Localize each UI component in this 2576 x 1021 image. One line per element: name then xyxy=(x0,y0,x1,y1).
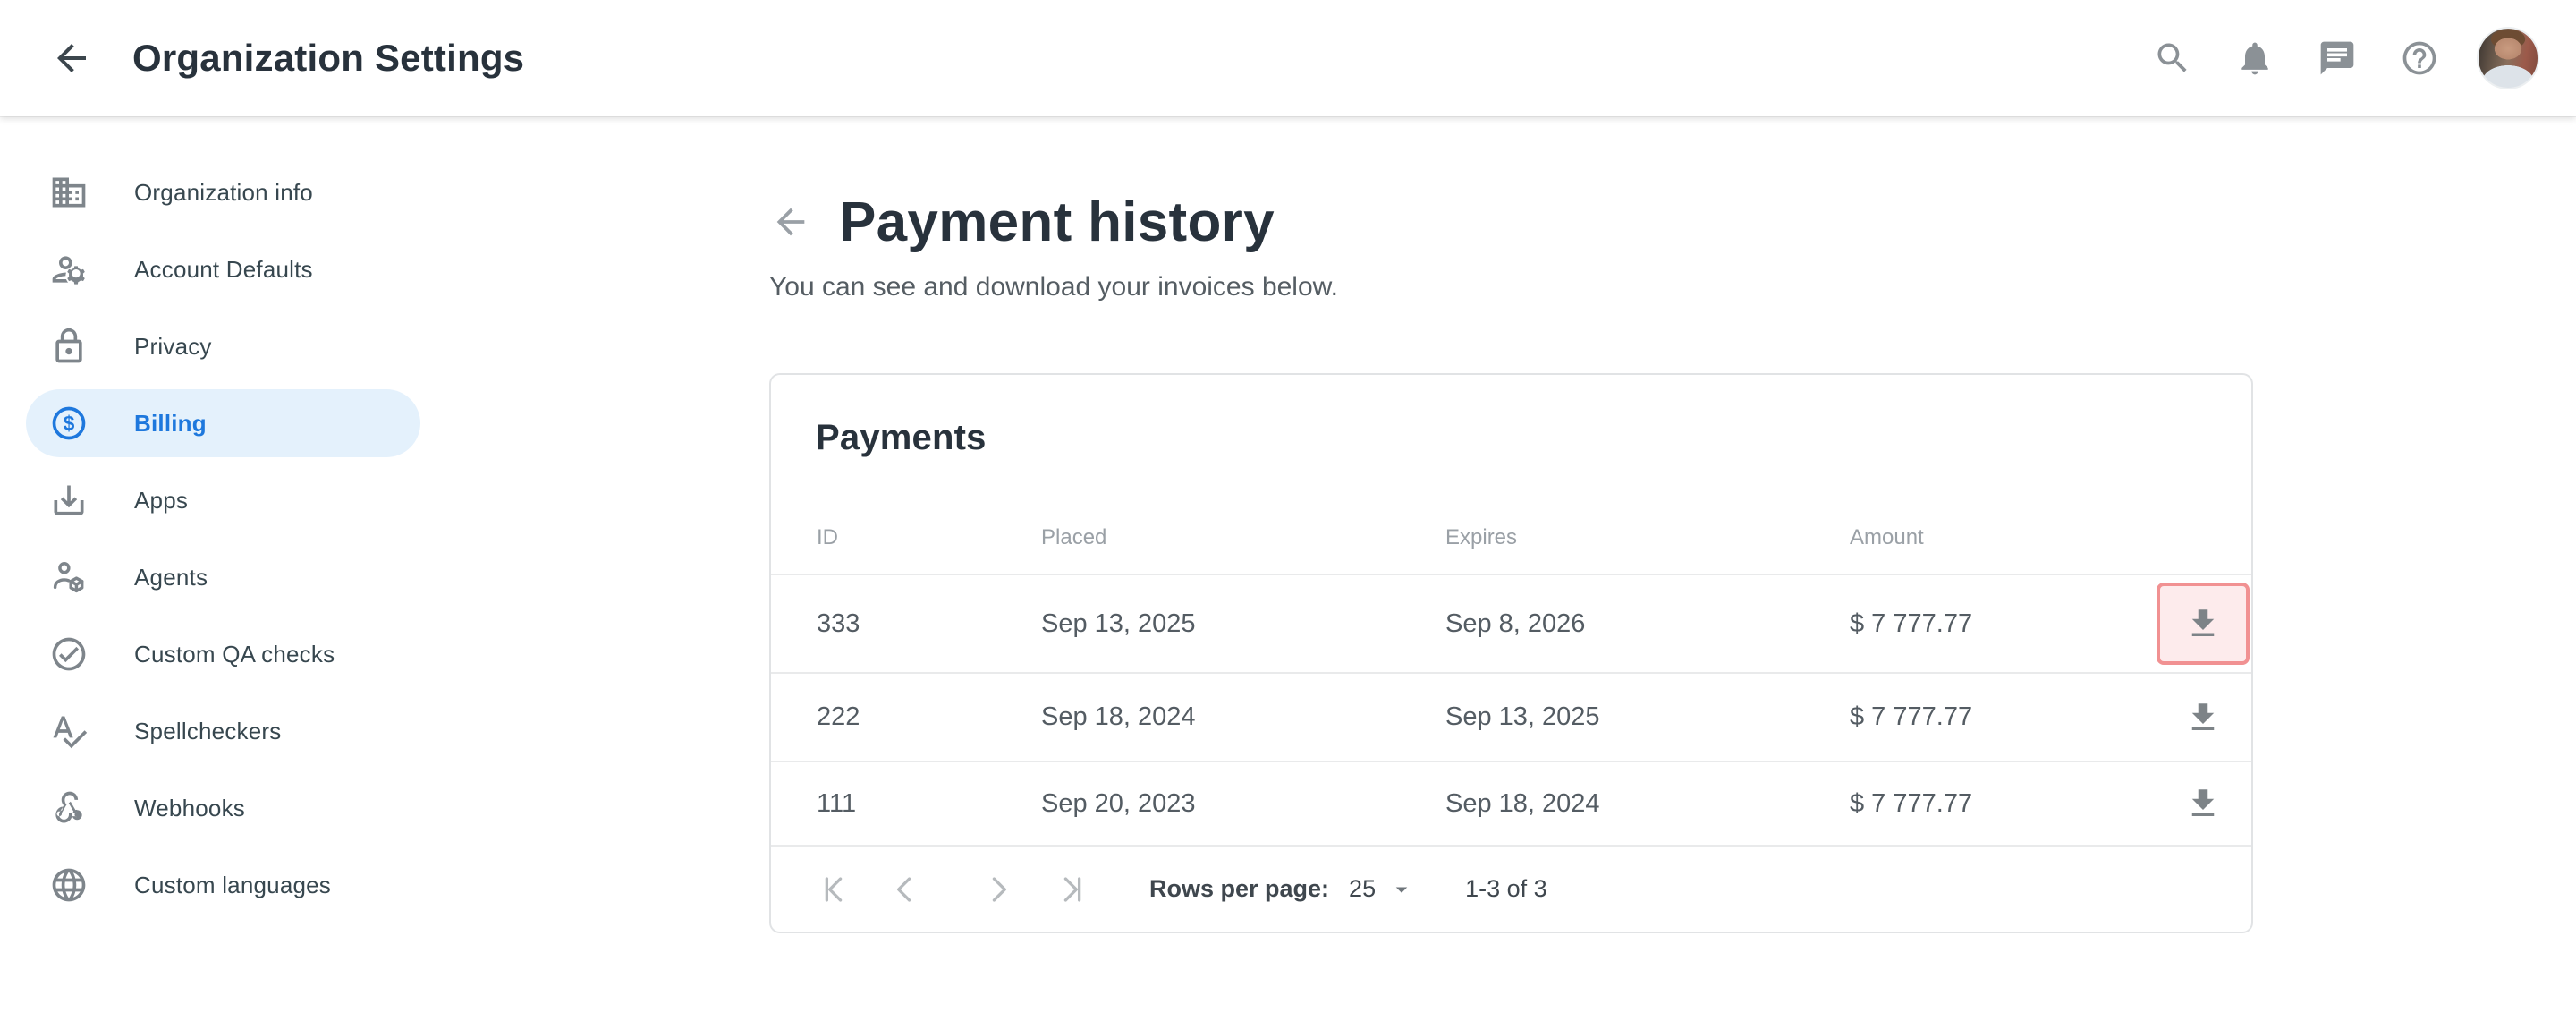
top-app-bar: Organization Settings xyxy=(0,0,2576,116)
cell-actions xyxy=(2129,676,2250,759)
pagination-range: 1-3 of 3 xyxy=(1465,875,1547,903)
sidebar-item-label: Account Defaults xyxy=(134,256,313,284)
help-icon[interactable] xyxy=(2400,38,2439,78)
webhook-icon xyxy=(49,788,89,828)
cell-expires: Sep 18, 2024 xyxy=(1445,789,1850,819)
sidebar-item-label: Webhooks xyxy=(134,795,245,822)
avatar[interactable] xyxy=(2477,27,2539,89)
sidebar-item-account-defaults[interactable]: Account Defaults xyxy=(26,235,420,303)
person-cube-icon xyxy=(49,557,89,597)
sidebar-item-webhooks[interactable]: Webhooks xyxy=(26,774,420,842)
sidebar-item-label: Billing xyxy=(134,410,207,438)
card-title-row: Payments xyxy=(771,375,2251,501)
cell-expires: Sep 8, 2026 xyxy=(1445,609,1850,639)
column-header-placed: Placed xyxy=(1041,525,1445,550)
page-back-arrow-icon[interactable] xyxy=(770,201,811,242)
sidebar-item-custom-languages[interactable]: Custom languages xyxy=(26,851,420,919)
sidebar-item-organization-info[interactable]: Organization info xyxy=(26,158,420,226)
sidebar-item-label: Apps xyxy=(134,487,188,515)
pagination-bar: Rows per page: 25 1-3 of 3 xyxy=(771,845,2251,932)
app-title: Organization Settings xyxy=(132,37,524,80)
settings-sidebar: Organization info Account Defaults Priva… xyxy=(0,116,769,928)
spellcheck-icon xyxy=(49,711,89,751)
sidebar-item-label: Privacy xyxy=(134,333,212,361)
cell-id: 222 xyxy=(817,702,1041,732)
rows-per-page-label: Rows per page: xyxy=(1149,875,1329,903)
search-icon[interactable] xyxy=(2153,38,2192,78)
sidebar-item-privacy[interactable]: Privacy xyxy=(26,312,420,380)
cell-actions xyxy=(2129,583,2250,665)
table-row: 333 Sep 13, 2025 Sep 8, 2026 $ 7 777.77 xyxy=(771,574,2251,672)
cell-placed: Sep 20, 2023 xyxy=(1041,789,1445,819)
cell-actions xyxy=(2129,762,2250,845)
cell-amount: $ 7 777.77 xyxy=(1850,609,2129,639)
sidebar-item-billing[interactable]: $ Billing xyxy=(26,389,420,457)
download-invoice-button[interactable] xyxy=(2157,762,2250,845)
cell-placed: Sep 18, 2024 xyxy=(1041,702,1445,732)
rows-per-page-value[interactable]: 25 xyxy=(1349,875,1376,903)
download-icon xyxy=(2184,785,2222,822)
page-title: Payment history xyxy=(839,191,1275,254)
column-header-expires: Expires xyxy=(1445,525,1850,550)
cell-placed: Sep 13, 2025 xyxy=(1041,609,1445,639)
check-circle-icon xyxy=(49,634,89,674)
download-invoice-button[interactable] xyxy=(2157,583,2250,665)
first-page-icon[interactable] xyxy=(817,870,856,909)
organization-settings-page: Organization Settings Organization info … xyxy=(0,0,2576,1021)
sidebar-item-spellcheckers[interactable]: Spellcheckers xyxy=(26,697,420,765)
payments-card: Payments ID Placed Expires Amount 333 Se… xyxy=(769,373,2253,933)
cell-id: 333 xyxy=(817,609,1041,639)
sidebar-item-agents[interactable]: Agents xyxy=(26,543,420,611)
lock-icon xyxy=(49,327,89,366)
notifications-icon[interactable] xyxy=(2235,38,2275,78)
page-subtitle: You can see and download your invoices b… xyxy=(769,272,2576,304)
table-row: 111 Sep 20, 2023 Sep 18, 2024 $ 7 777.77 xyxy=(771,761,2251,845)
globe-icon xyxy=(49,865,89,905)
download-invoice-button[interactable] xyxy=(2157,676,2250,759)
card-title: Payments xyxy=(816,418,987,458)
sidebar-item-label: Agents xyxy=(134,564,208,591)
download-icon xyxy=(2184,605,2222,642)
column-header-id: ID xyxy=(817,525,1041,550)
cell-expires: Sep 13, 2025 xyxy=(1445,702,1850,732)
cell-amount: $ 7 777.77 xyxy=(1850,789,2129,819)
sidebar-item-label: Organization info xyxy=(134,179,313,207)
messages-icon[interactable] xyxy=(2318,38,2357,78)
download-tray-icon xyxy=(49,481,89,520)
sidebar-item-label: Spellcheckers xyxy=(134,718,281,745)
dollar-circle-icon: $ xyxy=(49,404,89,443)
table-row: 222 Sep 18, 2024 Sep 13, 2025 $ 7 777.77 xyxy=(771,672,2251,761)
sidebar-item-apps[interactable]: Apps xyxy=(26,466,420,534)
dropdown-caret-icon[interactable] xyxy=(1388,876,1415,903)
sidebar-item-label: Custom QA checks xyxy=(134,641,335,668)
cell-id: 111 xyxy=(817,789,1041,819)
back-arrow-icon[interactable] xyxy=(50,37,93,80)
column-header-amount: Amount xyxy=(1850,525,2129,550)
next-page-icon[interactable] xyxy=(979,870,1018,909)
person-gear-icon xyxy=(49,250,89,289)
payment-history-section: Payment history You can see and download… xyxy=(769,116,2576,933)
svg-text:$: $ xyxy=(64,412,75,435)
previous-page-icon[interactable] xyxy=(886,870,925,909)
page-title-row: Payment history xyxy=(769,179,2576,265)
last-page-icon[interactable] xyxy=(1050,870,1089,909)
sidebar-item-custom-qa-checks[interactable]: Custom QA checks xyxy=(26,620,420,688)
content-area: Organization info Account Defaults Priva… xyxy=(0,116,2576,933)
table-header-row: ID Placed Expires Amount xyxy=(771,501,2251,574)
cell-amount: $ 7 777.77 xyxy=(1850,702,2129,732)
download-icon xyxy=(2184,699,2222,736)
building-icon xyxy=(49,173,89,212)
sidebar-item-label: Custom languages xyxy=(134,872,331,899)
